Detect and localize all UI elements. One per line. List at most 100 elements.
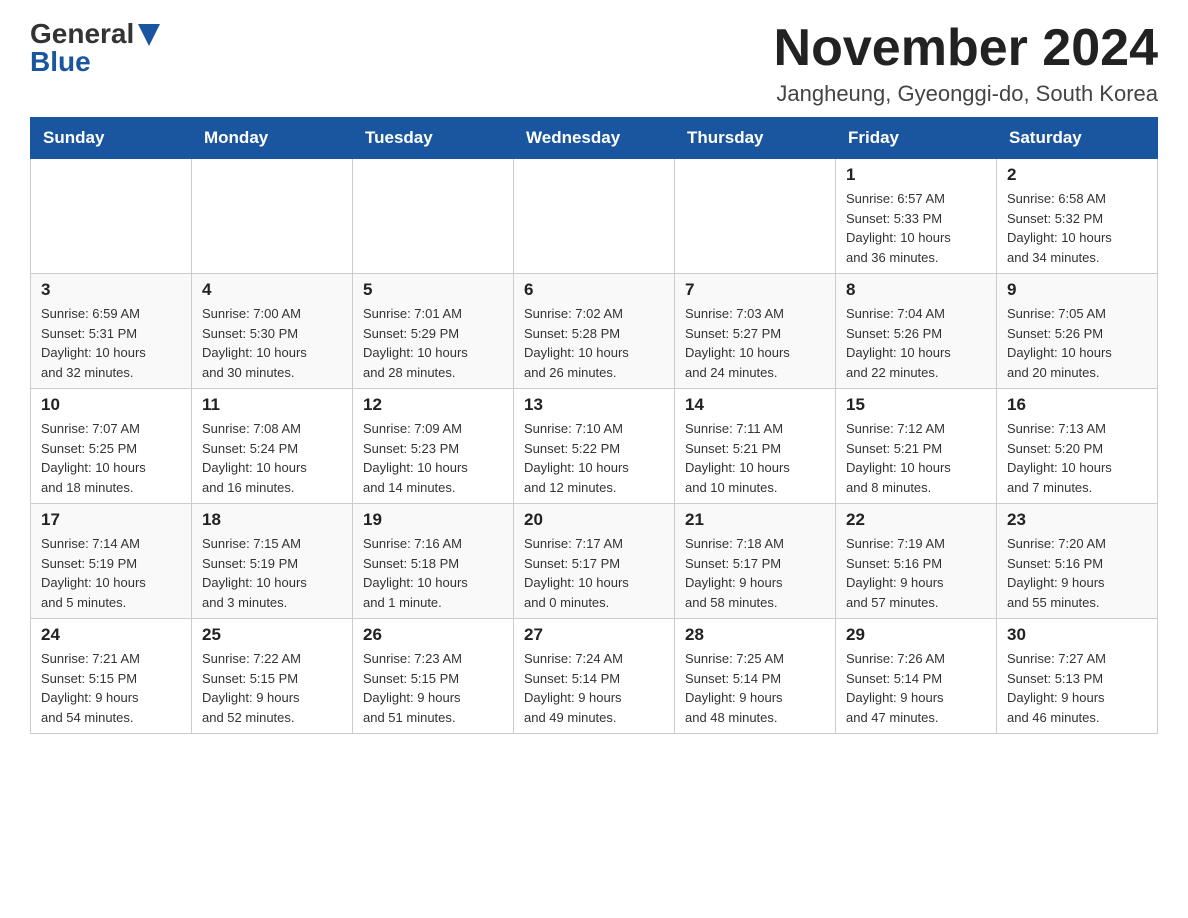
day-info: Sunrise: 7:24 AM Sunset: 5:14 PM Dayligh… — [524, 649, 664, 727]
day-number: 1 — [846, 165, 986, 185]
day-info: Sunrise: 7:12 AM Sunset: 5:21 PM Dayligh… — [846, 419, 986, 497]
day-number: 20 — [524, 510, 664, 530]
day-number: 6 — [524, 280, 664, 300]
day-info: Sunrise: 7:26 AM Sunset: 5:14 PM Dayligh… — [846, 649, 986, 727]
calendar-cell: 21 Sunrise: 7:18 AM Sunset: 5:17 PM Dayli… — [675, 504, 836, 619]
weekday-header-wednesday: Wednesday — [514, 118, 675, 159]
title-section: November 2024 Jangheung, Gyeonggi-do, So… — [774, 20, 1158, 107]
day-number: 7 — [685, 280, 825, 300]
calendar-cell: 6 Sunrise: 7:02 AM Sunset: 5:28 PM Daylig… — [514, 274, 675, 389]
location-subtitle: Jangheung, Gyeonggi-do, South Korea — [774, 81, 1158, 107]
day-number: 23 — [1007, 510, 1147, 530]
day-number: 22 — [846, 510, 986, 530]
calendar-cell: 24 Sunrise: 7:21 AM Sunset: 5:15 PM Dayli… — [31, 619, 192, 734]
day-info: Sunrise: 6:57 AM Sunset: 5:33 PM Dayligh… — [846, 189, 986, 267]
day-number: 8 — [846, 280, 986, 300]
logo-general-text: General — [30, 20, 134, 48]
day-number: 27 — [524, 625, 664, 645]
day-number: 9 — [1007, 280, 1147, 300]
day-number: 13 — [524, 395, 664, 415]
day-number: 21 — [685, 510, 825, 530]
day-info: Sunrise: 7:01 AM Sunset: 5:29 PM Dayligh… — [363, 304, 503, 382]
calendar-week-row: 17 Sunrise: 7:14 AM Sunset: 5:19 PM Dayli… — [31, 504, 1158, 619]
day-number: 29 — [846, 625, 986, 645]
day-number: 5 — [363, 280, 503, 300]
day-number: 15 — [846, 395, 986, 415]
calendar-cell: 4 Sunrise: 7:00 AM Sunset: 5:30 PM Daylig… — [192, 274, 353, 389]
calendar-cell — [675, 159, 836, 274]
day-number: 10 — [41, 395, 181, 415]
calendar-week-row: 3 Sunrise: 6:59 AM Sunset: 5:31 PM Daylig… — [31, 274, 1158, 389]
day-info: Sunrise: 7:07 AM Sunset: 5:25 PM Dayligh… — [41, 419, 181, 497]
calendar-cell: 3 Sunrise: 6:59 AM Sunset: 5:31 PM Daylig… — [31, 274, 192, 389]
calendar-cell: 10 Sunrise: 7:07 AM Sunset: 5:25 PM Dayli… — [31, 389, 192, 504]
day-info: Sunrise: 7:09 AM Sunset: 5:23 PM Dayligh… — [363, 419, 503, 497]
day-info: Sunrise: 7:18 AM Sunset: 5:17 PM Dayligh… — [685, 534, 825, 612]
calendar-cell — [353, 159, 514, 274]
calendar-cell: 1 Sunrise: 6:57 AM Sunset: 5:33 PM Daylig… — [836, 159, 997, 274]
calendar-cell: 29 Sunrise: 7:26 AM Sunset: 5:14 PM Dayli… — [836, 619, 997, 734]
day-number: 26 — [363, 625, 503, 645]
calendar-cell: 11Sunrise: 7:08 AM Sunset: 5:24 PM Dayli… — [192, 389, 353, 504]
calendar-cell: 17 Sunrise: 7:14 AM Sunset: 5:19 PM Dayli… — [31, 504, 192, 619]
calendar-cell — [192, 159, 353, 274]
calendar-cell: 16Sunrise: 7:13 AM Sunset: 5:20 PM Dayli… — [997, 389, 1158, 504]
day-info: Sunrise: 7:05 AM Sunset: 5:26 PM Dayligh… — [1007, 304, 1147, 382]
day-info: Sunrise: 7:21 AM Sunset: 5:15 PM Dayligh… — [41, 649, 181, 727]
calendar-cell: 19 Sunrise: 7:16 AM Sunset: 5:18 PM Dayli… — [353, 504, 514, 619]
calendar-cell: 26 Sunrise: 7:23 AM Sunset: 5:15 PM Dayli… — [353, 619, 514, 734]
day-info: Sunrise: 7:14 AM Sunset: 5:19 PM Dayligh… — [41, 534, 181, 612]
day-info: Sunrise: 7:23 AM Sunset: 5:15 PM Dayligh… — [363, 649, 503, 727]
day-number: 24 — [41, 625, 181, 645]
calendar-cell: 20 Sunrise: 7:17 AM Sunset: 5:17 PM Dayli… — [514, 504, 675, 619]
weekday-header-monday: Monday — [192, 118, 353, 159]
day-info: Sunrise: 7:02 AM Sunset: 5:28 PM Dayligh… — [524, 304, 664, 382]
calendar-week-row: 10 Sunrise: 7:07 AM Sunset: 5:25 PM Dayli… — [31, 389, 1158, 504]
day-info: Sunrise: 7:04 AM Sunset: 5:26 PM Dayligh… — [846, 304, 986, 382]
calendar-cell: 14 Sunrise: 7:11 AM Sunset: 5:21 PM Dayli… — [675, 389, 836, 504]
day-info: Sunrise: 7:08 AM Sunset: 5:24 PM Dayligh… — [202, 419, 342, 497]
day-info: Sunrise: 7:13 AM Sunset: 5:20 PM Dayligh… — [1007, 419, 1147, 497]
day-number: 30 — [1007, 625, 1147, 645]
day-info: Sunrise: 7:17 AM Sunset: 5:17 PM Dayligh… — [524, 534, 664, 612]
day-number: 18 — [202, 510, 342, 530]
logo-triangle-icon — [138, 24, 160, 46]
day-info: Sunrise: 7:10 AM Sunset: 5:22 PM Dayligh… — [524, 419, 664, 497]
page-header: General Blue November 2024 Jangheung, Gy… — [30, 20, 1158, 107]
day-number: 14 — [685, 395, 825, 415]
calendar-week-row: 24 Sunrise: 7:21 AM Sunset: 5:15 PM Dayli… — [31, 619, 1158, 734]
day-number: 3 — [41, 280, 181, 300]
day-info: Sunrise: 7:15 AM Sunset: 5:19 PM Dayligh… — [202, 534, 342, 612]
calendar-cell — [514, 159, 675, 274]
calendar-cell: 12Sunrise: 7:09 AM Sunset: 5:23 PM Dayli… — [353, 389, 514, 504]
calendar-table: SundayMondayTuesdayWednesdayThursdayFrid… — [30, 117, 1158, 734]
calendar-cell: 22 Sunrise: 7:19 AM Sunset: 5:16 PM Dayli… — [836, 504, 997, 619]
logo-blue-text: Blue — [30, 48, 91, 76]
day-info: Sunrise: 7:16 AM Sunset: 5:18 PM Dayligh… — [363, 534, 503, 612]
calendar-cell: 5 Sunrise: 7:01 AM Sunset: 5:29 PM Daylig… — [353, 274, 514, 389]
logo: General Blue — [30, 20, 160, 76]
day-info: Sunrise: 6:59 AM Sunset: 5:31 PM Dayligh… — [41, 304, 181, 382]
day-number: 2 — [1007, 165, 1147, 185]
weekday-header-friday: Friday — [836, 118, 997, 159]
calendar-week-row: 1 Sunrise: 6:57 AM Sunset: 5:33 PM Daylig… — [31, 159, 1158, 274]
calendar-cell: 7 Sunrise: 7:03 AM Sunset: 5:27 PM Daylig… — [675, 274, 836, 389]
calendar-title: November 2024 — [774, 20, 1158, 77]
calendar-cell: 9 Sunrise: 7:05 AM Sunset: 5:26 PM Daylig… — [997, 274, 1158, 389]
day-info: Sunrise: 7:11 AM Sunset: 5:21 PM Dayligh… — [685, 419, 825, 497]
calendar-cell: 13 Sunrise: 7:10 AM Sunset: 5:22 PM Dayli… — [514, 389, 675, 504]
day-info: Sunrise: 7:00 AM Sunset: 5:30 PM Dayligh… — [202, 304, 342, 382]
day-number: 4 — [202, 280, 342, 300]
weekday-header-thursday: Thursday — [675, 118, 836, 159]
day-number: 19 — [363, 510, 503, 530]
day-number: 28 — [685, 625, 825, 645]
weekday-header-tuesday: Tuesday — [353, 118, 514, 159]
calendar-cell — [31, 159, 192, 274]
day-info: Sunrise: 7:20 AM Sunset: 5:16 PM Dayligh… — [1007, 534, 1147, 612]
day-number: 25 — [202, 625, 342, 645]
day-info: Sunrise: 7:19 AM Sunset: 5:16 PM Dayligh… — [846, 534, 986, 612]
calendar-cell: 28Sunrise: 7:25 AM Sunset: 5:14 PM Dayli… — [675, 619, 836, 734]
day-info: Sunrise: 7:03 AM Sunset: 5:27 PM Dayligh… — [685, 304, 825, 382]
day-info: Sunrise: 7:27 AM Sunset: 5:13 PM Dayligh… — [1007, 649, 1147, 727]
day-number: 17 — [41, 510, 181, 530]
